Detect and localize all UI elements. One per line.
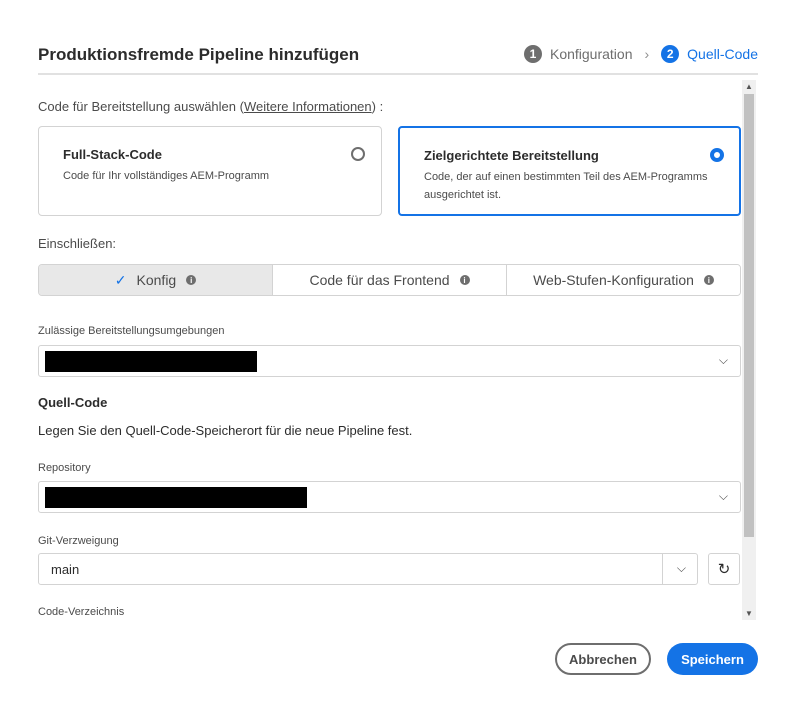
scroll-up-arrow-icon[interactable]: ▲ xyxy=(742,82,756,91)
radio-unselected[interactable] xyxy=(351,147,365,161)
card-description: Code für Ihr vollständiges AEM-Programm xyxy=(63,170,270,182)
environments-select[interactable]: ⌵ xyxy=(38,345,741,377)
chevron-down-icon: ⌵ xyxy=(676,561,686,575)
scroll-thumb[interactable] xyxy=(744,94,754,537)
info-icon[interactable]: i xyxy=(459,275,470,285)
deployment-prompt-text: Code für Bereitstellung auswählen xyxy=(38,99,237,114)
source-code-description: Legen Sie den Quell-Code-Speicherort für… xyxy=(38,423,413,438)
step-label: Quell-Code xyxy=(687,46,758,62)
info-icon[interactable]: i xyxy=(703,275,714,285)
cancel-button[interactable]: Abbrechen xyxy=(555,643,651,675)
git-branch-label: Git-Verzweigung xyxy=(38,535,119,547)
chevron-right-icon: › xyxy=(644,46,650,62)
step-label: Konfiguration xyxy=(549,46,633,62)
include-option-frontend[interactable]: Code für das Frontend i xyxy=(273,265,507,295)
include-segmented-control: ✓ Konfig i Code für das Frontend i Web-S… xyxy=(38,264,741,296)
source-code-title: Quell-Code xyxy=(38,395,108,410)
include-label: Einschließen: xyxy=(38,236,117,251)
content-scrollbar[interactable]: ▲ ▼ xyxy=(742,80,756,620)
dialog-title: Produktionsfremde Pipeline hinzufügen xyxy=(38,45,360,64)
card-title: Zielgerichtete Bereitstellung xyxy=(424,148,599,163)
repository-label: Repository xyxy=(38,462,91,474)
option-label: Konfig xyxy=(136,272,177,288)
option-label: Web-Stufen-Konfiguration xyxy=(533,272,694,288)
info-icon[interactable]: i xyxy=(186,275,197,285)
step-number: 1 xyxy=(523,45,542,63)
step-indicator: 1 Konfiguration › 2 Quell-Code xyxy=(523,45,758,63)
refresh-button[interactable]: ↻ xyxy=(708,553,740,585)
step-number: 2 xyxy=(661,45,680,63)
code-directory-label: Code-Verzeichnis xyxy=(38,606,125,618)
dialog-content: Code für Bereitstellung auswählen (Weite… xyxy=(38,86,741,620)
targeted-deployment-card[interactable]: Zielgerichtete Bereitstellung Code, der … xyxy=(398,126,741,216)
step-source-code[interactable]: 2 Quell-Code xyxy=(661,45,758,63)
git-branch-dropdown-button[interactable]: ⌵ xyxy=(662,554,697,584)
redacted-value xyxy=(45,487,307,508)
git-branch-combobox[interactable]: main ⌵ xyxy=(38,553,698,585)
step-configuration[interactable]: 1 Konfiguration xyxy=(523,45,633,63)
include-option-webtier[interactable]: Web-Stufen-Konfiguration i xyxy=(507,265,740,295)
include-option-konfig[interactable]: ✓ Konfig i xyxy=(39,265,273,295)
option-label: Code für das Frontend xyxy=(309,272,450,288)
refresh-icon: ↻ xyxy=(717,561,731,578)
chevron-down-icon: ⌵ xyxy=(718,489,728,503)
check-icon: ✓ xyxy=(114,271,127,288)
card-title: Full-Stack-Code xyxy=(63,147,162,162)
header-divider xyxy=(38,73,758,75)
git-branch-value: main xyxy=(51,562,80,577)
more-info-link[interactable]: Weitere Informationen xyxy=(244,99,372,114)
scroll-down-arrow-icon[interactable]: ▼ xyxy=(742,609,756,618)
chevron-down-icon: ⌵ xyxy=(718,353,728,367)
full-stack-card[interactable]: Full-Stack-Code Code für Ihr vollständig… xyxy=(38,126,382,216)
radio-selected[interactable] xyxy=(710,148,724,162)
save-button[interactable]: Speichern xyxy=(667,643,758,675)
deployment-prompt: Code für Bereitstellung auswählen (Weite… xyxy=(38,99,383,114)
card-description: Code, der auf einen bestimmten Teil des … xyxy=(424,171,708,201)
paren-close: ) : xyxy=(371,99,384,114)
repository-select[interactable]: ⌵ xyxy=(38,481,741,513)
redacted-value xyxy=(45,351,257,372)
environments-label: Zulässige Bereitstellungsumgebungen xyxy=(38,325,225,337)
